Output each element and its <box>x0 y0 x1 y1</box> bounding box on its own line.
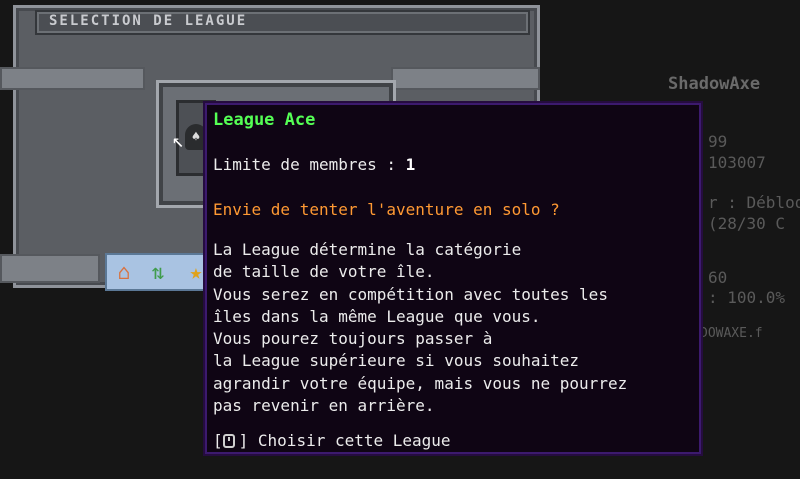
tooltip-tagline: Envie de tenter l'aventure en solo ? <box>213 200 560 219</box>
league-tooltip: League Ace Limite de membres : 1 Envie d… <box>203 101 703 456</box>
decorative-rail <box>0 254 100 283</box>
member-limit-value: 1 <box>405 155 416 174</box>
window-title: SELECTION DE LEAGUE <box>49 13 248 29</box>
window-title-bar: SELECTION DE LEAGUE <box>35 10 530 35</box>
mouse-cursor-icon: ↖ <box>172 128 185 152</box>
member-limit: Limite de membres : 1 <box>213 155 415 174</box>
scoreboard-line: 60 <box>708 268 728 287</box>
scoreboard-line: 99 <box>708 132 728 151</box>
scoreboard-line: (28/30 C <box>708 214 786 233</box>
scoreboard-title: ShadowAxe <box>668 74 761 94</box>
decorative-rail <box>391 67 540 90</box>
decorative-rail <box>0 67 145 90</box>
scoreboard-line: : 100.0% <box>708 288 786 307</box>
scoreboard-line: r : Débloq <box>708 193 800 212</box>
navigation-icon-bar: ⌂ ⇅ ★ <box>105 253 217 291</box>
home-icon[interactable]: ⌂ <box>111 259 137 285</box>
scoreboard-line: DOWAXE.f <box>700 326 763 341</box>
choose-league-action[interactable]: [] Choisir cette League <box>213 431 451 450</box>
mouse-click-icon <box>222 434 235 448</box>
member-limit-label: Limite de membres : <box>213 155 406 174</box>
tooltip-description: La League détermine la catégorie de tail… <box>213 240 628 416</box>
island-icon[interactable]: ⇅ <box>145 259 171 285</box>
choose-league-label: Choisir cette League <box>257 431 451 450</box>
scoreboard-line: 103007 <box>708 153 766 172</box>
tooltip-title: League Ace <box>213 110 316 130</box>
